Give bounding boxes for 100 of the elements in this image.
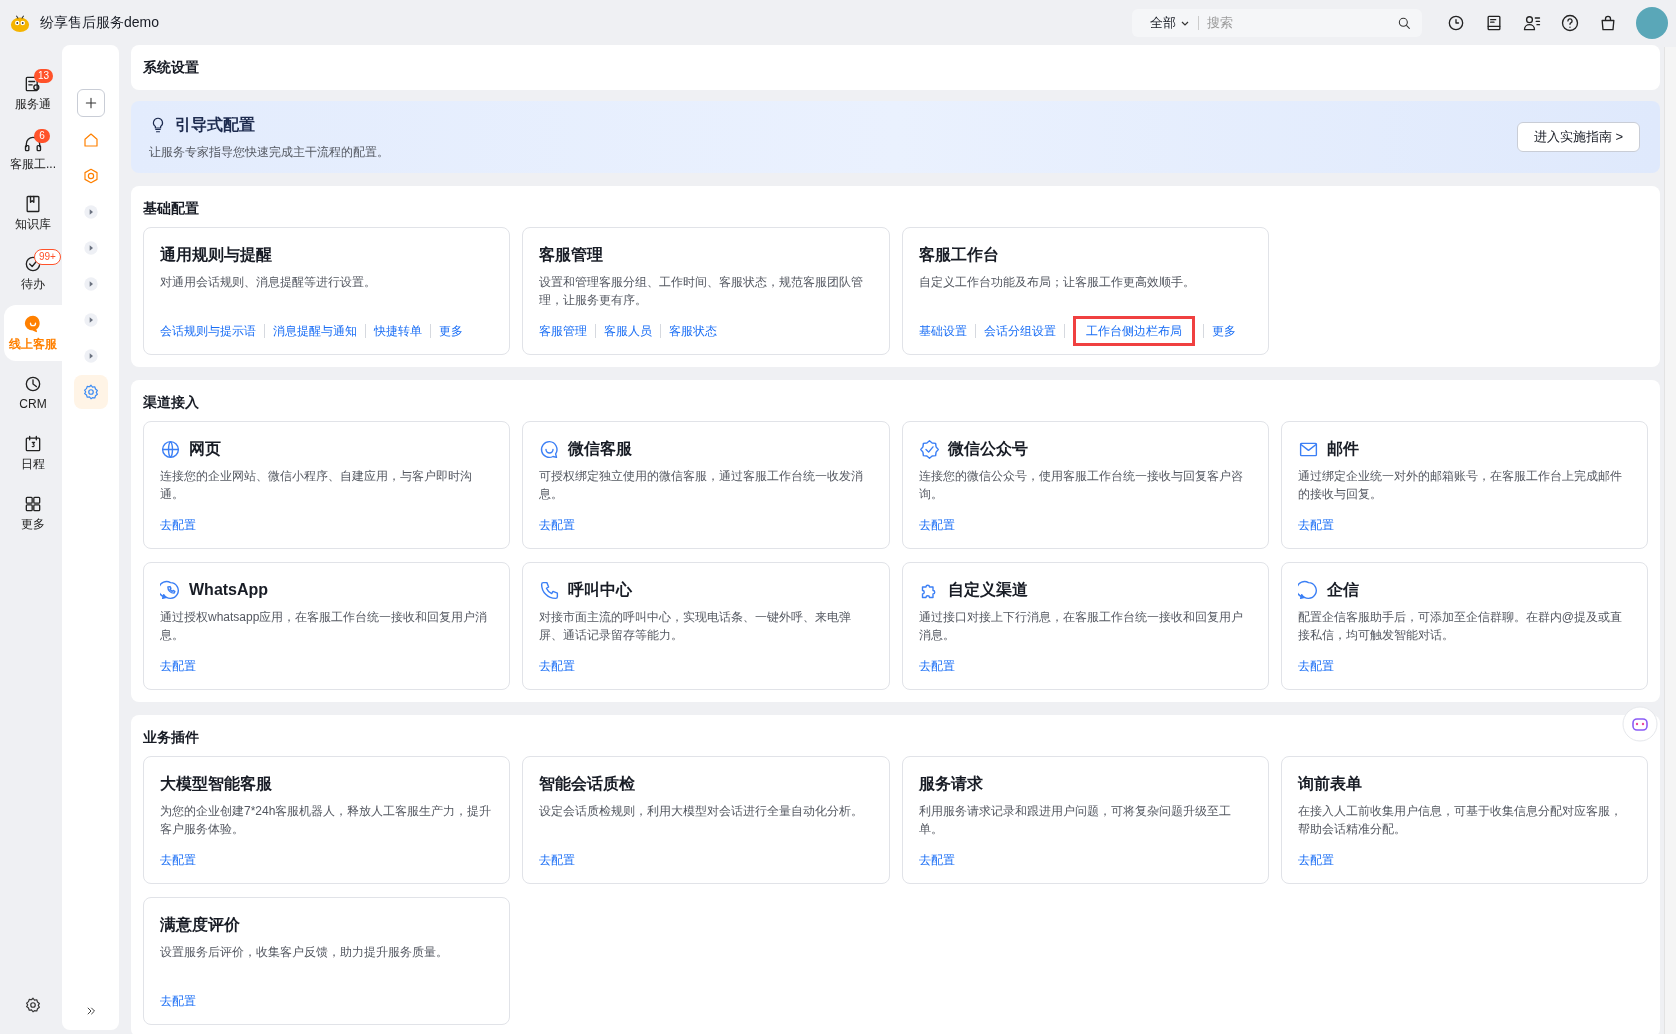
nav-item[interactable]: 客服工... 6 (4, 125, 62, 181)
nav-item[interactable]: 日程 (4, 425, 62, 481)
card-title: 呼叫中心 (568, 580, 633, 600)
card-title: 企信 (1326, 580, 1359, 600)
config-link[interactable]: 去配置 (1297, 851, 1334, 869)
config-link[interactable]: 去配置 (1297, 657, 1334, 675)
config-link[interactable]: 去配置 (160, 657, 196, 675)
config-link[interactable]: 去配置 (918, 851, 955, 869)
card-title: 客服管理 (539, 245, 604, 265)
hexagon-icon (81, 167, 100, 185)
page-title: 系统设置 (143, 58, 199, 77)
section-title: 渠道接入 (143, 393, 200, 412)
count-badge: 99+ (34, 249, 61, 265)
card-title: 大模型智能客服 (160, 774, 272, 794)
card-title: 微信客服 (568, 439, 633, 459)
nav-item[interactable]: 线上客服 (4, 305, 62, 361)
add-button[interactable] (76, 89, 105, 117)
config-link[interactable]: 去配置 (160, 516, 196, 534)
card-title: 邮件 (1326, 439, 1359, 459)
guide-subtitle: 让服务专家指导您快速完成主干流程的配置。 (149, 144, 390, 161)
card-description: 设置和管理客服分组、工作时间、客服状态，规范客服团队管理，让服务更有序。 (539, 274, 865, 309)
nav-item[interactable]: 知识库 (4, 185, 62, 241)
card-description: 可授权绑定独立使用的微信客服，通过客服工作台统一收发消息。 (539, 468, 865, 503)
caret-icon (82, 204, 99, 220)
search-field[interactable]: 全部 搜索 (1132, 8, 1422, 37)
badge-check-icon (918, 438, 940, 460)
card-title: 询前表单 (1297, 774, 1362, 794)
config-link[interactable]: 去配置 (918, 657, 955, 675)
robot-icon[interactable] (1622, 706, 1658, 742)
card-description: 利用服务请求记录和跟进用户问题，可将复杂问题升级至工单。 (918, 803, 1232, 838)
section-title: 业务插件 (143, 728, 200, 747)
config-link[interactable]: 更多 (439, 322, 463, 340)
card-title: 微信公众号 (947, 439, 1028, 459)
section-title: 基础配置 (143, 199, 200, 218)
card-description: 对通用会话规则、消息提醒等进行设置。 (160, 274, 377, 291)
home-icon (81, 131, 100, 149)
clock-icon (23, 374, 43, 394)
config-link[interactable]: 去配置 (539, 851, 576, 869)
calendar-icon (23, 434, 43, 454)
card-title: WhatsApp (189, 580, 269, 600)
config-link[interactable]: 去配置 (918, 516, 955, 534)
config-link[interactable]: 去配置 (160, 851, 196, 869)
smile-bubble-icon (539, 438, 561, 460)
config-link[interactable]: 更多 (1211, 322, 1236, 340)
card-description: 自定义工作台功能及布局；让客服工作更高效顺手。 (918, 274, 1196, 291)
card-description: 通过授权whatsapp应用，在客服工作台统一接收和回复用户消息。 (160, 609, 489, 644)
caret-icon (82, 312, 99, 328)
card-description: 设定会话质检规则，利用大模型对会话进行全量自动化分析。 (539, 803, 865, 820)
config-link[interactable]: 客服管理 (539, 322, 588, 340)
chat-bubble-icon (23, 314, 43, 334)
caret-icon (82, 348, 99, 364)
scope-dropdown[interactable]: 全部 (1150, 12, 1190, 33)
guide-button[interactable]: 进入实施指南 > (1516, 122, 1640, 152)
caret-icon (82, 240, 99, 256)
nav-item[interactable]: 更多 (4, 485, 62, 541)
settings-icon (81, 383, 100, 401)
caret-icon (82, 276, 99, 292)
settings-icon[interactable] (24, 996, 42, 1014)
card-description: 设置服务后评价，收集客户反馈，助力提升服务质量。 (160, 944, 449, 961)
config-link[interactable]: 快捷转单 (374, 322, 422, 340)
config-link[interactable]: 去配置 (1297, 516, 1334, 534)
card-title: 网页 (189, 439, 221, 459)
globe-icon (160, 438, 181, 460)
card-title: 通用规则与提醒 (160, 245, 272, 265)
nav-item[interactable]: CRM (4, 365, 62, 421)
sidebar-item[interactable] (73, 375, 108, 409)
card-description: 为您的企业创建7*24h客服机器人，释放人工客服生产力，提升客户服务体验。 (160, 803, 493, 838)
card-title: 客服工作台 (918, 245, 999, 265)
card-title: 满意度评价 (160, 915, 240, 935)
count-badge: 13 (34, 69, 54, 83)
config-link[interactable]: 基础设置 (918, 322, 967, 340)
config-link[interactable]: 客服人员 (604, 322, 653, 340)
grid-icon (23, 494, 43, 514)
guide-title: 引导式配置 (175, 115, 255, 135)
config-link[interactable]: 去配置 (160, 992, 196, 1010)
config-link[interactable]: 工作台侧边栏布局 (1072, 316, 1195, 346)
app-title: 纷享售后服务demo (40, 13, 160, 32)
nav-item[interactable]: 服务通 13 (4, 65, 62, 121)
config-link[interactable]: 客服状态 (669, 322, 718, 340)
card-description: 通过绑定企业统一对外的邮箱账号，在客服工作台上完成邮件的接收与回复。 (1297, 468, 1623, 503)
config-link[interactable]: 消息提醒与通知 (273, 322, 357, 340)
phone-icon (539, 579, 561, 601)
phone-bubble-icon (160, 579, 181, 601)
card-title: 服务请求 (918, 774, 983, 794)
config-link[interactable]: 会话分组设置 (983, 322, 1056, 340)
card-description: 在接入人工前收集用户信息，可基于收集信息分配对应客服，帮助会话精准分配。 (1297, 803, 1623, 838)
help-icon[interactable] (1560, 12, 1580, 33)
card-description: 通过接口对接上下行消息，在客服工作台统一接收和回复用户消息。 (918, 609, 1244, 644)
count-badge: 6 (34, 129, 50, 143)
card-title: 自定义渠道 (947, 580, 1028, 600)
card-description: 连接您的企业网站、微信小程序、自建应用，与客户即时沟通。 (160, 468, 473, 503)
chat-bubble-icon (1297, 579, 1319, 601)
nav-item[interactable]: 待办 99+ (4, 245, 62, 301)
config-link[interactable]: 会话规则与提示语 (160, 322, 256, 340)
config-link[interactable]: 去配置 (539, 657, 576, 675)
card-description: 连接您的微信公众号，使用客服工作台统一接收与回复客户咨询。 (918, 468, 1244, 503)
config-link[interactable]: 去配置 (539, 516, 576, 534)
card-description: 配置企信客服助手后，可添加至企信群聊。在群内@提及或直接私信，均可触发智能对话。 (1297, 609, 1623, 644)
card-description: 对接市面主流的呼叫中心，实现电话条、一键外呼、来电弹屏、通话记录留存等能力。 (539, 609, 853, 644)
user-avatar[interactable] (1636, 6, 1668, 39)
